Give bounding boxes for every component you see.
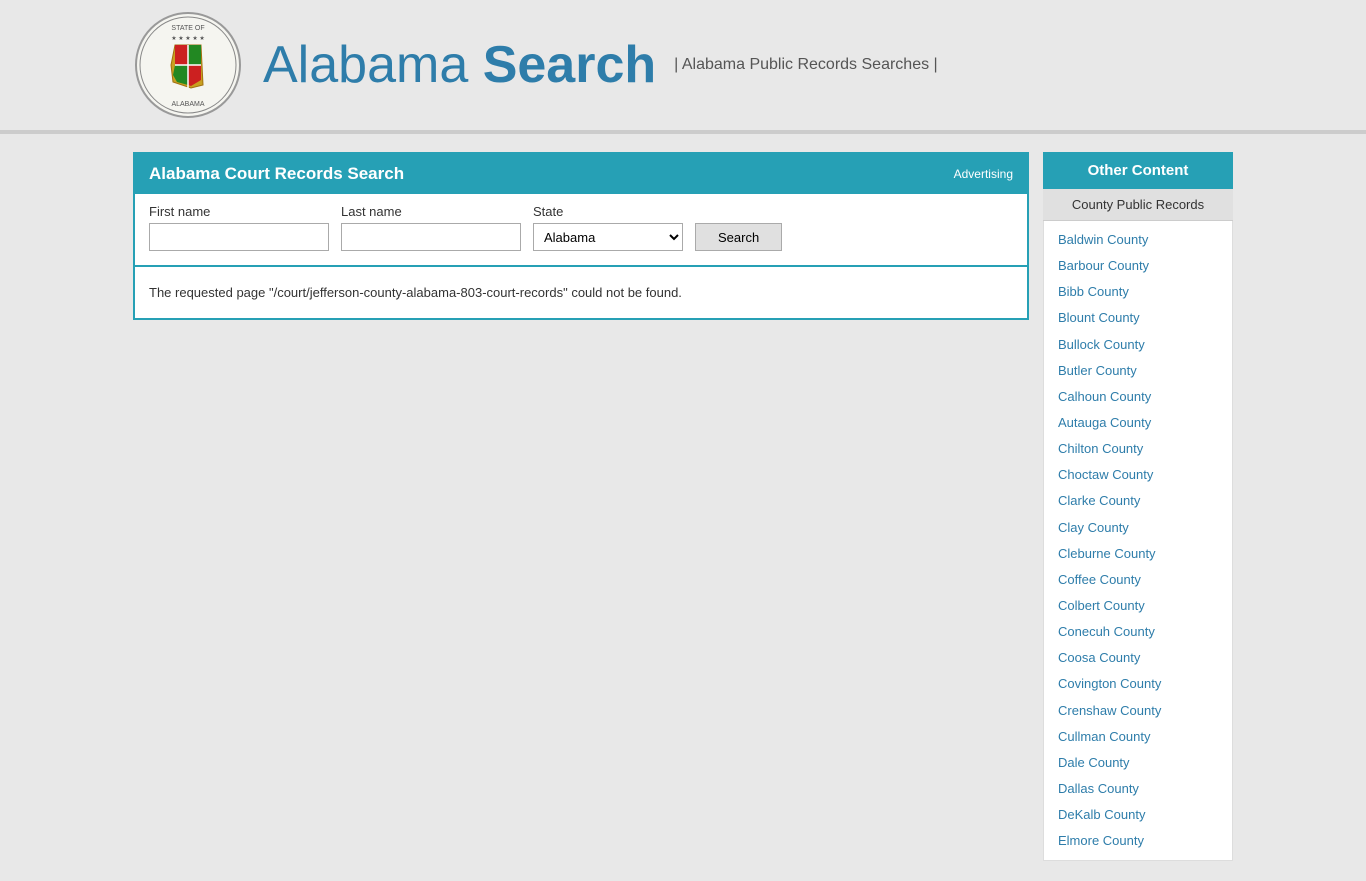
county-list: Baldwin CountyBarbour CountyBibb CountyB…	[1043, 221, 1233, 861]
county-link[interactable]: Colbert County	[1044, 593, 1232, 619]
page-header: STATE OF ALABAMA ★ ★ ★ ★ ★ Alabama Searc…	[0, 0, 1366, 134]
county-link[interactable]: Bibb County	[1044, 279, 1232, 305]
error-panel: The requested page "/court/jefferson-cou…	[133, 267, 1029, 320]
county-link[interactable]: Covington County	[1044, 671, 1232, 697]
search-button[interactable]: Search	[695, 223, 782, 251]
center-panel: Alabama Court Records Search Advertising…	[133, 152, 1029, 861]
county-link[interactable]: Chilton County	[1044, 436, 1232, 462]
first-name-input[interactable]	[149, 223, 329, 251]
search-box-header: Alabama Court Records Search Advertising	[135, 154, 1027, 194]
county-link[interactable]: Dale County	[1044, 750, 1232, 776]
last-name-label: Last name	[341, 204, 521, 219]
county-link[interactable]: DeKalb County	[1044, 802, 1232, 828]
advertising-label: Advertising	[954, 167, 1013, 181]
site-title: Alabama Search	[263, 39, 656, 91]
county-link[interactable]: Butler County	[1044, 358, 1232, 384]
state-label: State	[533, 204, 683, 219]
county-link[interactable]: Elmore County	[1044, 828, 1232, 854]
last-name-input[interactable]	[341, 223, 521, 251]
search-form-body: First name Last name State Alabama Alask…	[135, 194, 1027, 265]
other-content-header: Other Content	[1043, 152, 1233, 189]
county-link[interactable]: Baldwin County	[1044, 227, 1232, 253]
title-alabama: Alabama	[263, 36, 483, 94]
county-link[interactable]: Dallas County	[1044, 776, 1232, 802]
svg-text:★ ★ ★ ★ ★: ★ ★ ★ ★ ★	[171, 35, 205, 42]
county-link[interactable]: Barbour County	[1044, 253, 1232, 279]
main-wrapper: Alabama Court Records Search Advertising…	[0, 134, 1366, 881]
first-name-label: First name	[149, 204, 329, 219]
search-box: Alabama Court Records Search Advertising…	[133, 152, 1029, 267]
first-name-group: First name	[149, 204, 329, 251]
county-link[interactable]: Autauga County	[1044, 410, 1232, 436]
error-text: The requested page "/court/jefferson-cou…	[149, 285, 1013, 300]
county-link[interactable]: Coffee County	[1044, 567, 1232, 593]
county-link[interactable]: Clarke County	[1044, 488, 1232, 514]
county-link[interactable]: Bullock County	[1044, 332, 1232, 358]
svg-text:ALABAMA: ALABAMA	[171, 101, 204, 108]
county-link[interactable]: Choctaw County	[1044, 462, 1232, 488]
search-box-title: Alabama Court Records Search	[149, 164, 404, 184]
state-select[interactable]: Alabama Alaska Arizona	[533, 223, 683, 251]
form-fields: First name Last name State Alabama Alask…	[149, 204, 1013, 251]
sidebar: Other Content County Public Records Bald…	[1043, 152, 1233, 861]
county-link[interactable]: Calhoun County	[1044, 384, 1232, 410]
site-subtitle: | Alabama Public Records Searches |	[674, 56, 938, 74]
alabama-seal: STATE OF ALABAMA ★ ★ ★ ★ ★	[133, 10, 243, 120]
site-title-area: Alabama Search | Alabama Public Records …	[263, 39, 938, 91]
county-records-header: County Public Records	[1043, 189, 1233, 221]
county-link[interactable]: Clay County	[1044, 515, 1232, 541]
state-group: State Alabama Alaska Arizona	[533, 204, 683, 251]
title-search: Search	[483, 36, 656, 94]
county-link[interactable]: Blount County	[1044, 305, 1232, 331]
svg-text:STATE OF: STATE OF	[171, 25, 204, 32]
county-link[interactable]: Coosa County	[1044, 645, 1232, 671]
county-link[interactable]: Cleburne County	[1044, 541, 1232, 567]
last-name-group: Last name	[341, 204, 521, 251]
county-link[interactable]: Conecuh County	[1044, 619, 1232, 645]
main-content: Alabama Court Records Search Advertising…	[133, 152, 1233, 861]
county-link[interactable]: Crenshaw County	[1044, 698, 1232, 724]
county-link[interactable]: Cullman County	[1044, 724, 1232, 750]
